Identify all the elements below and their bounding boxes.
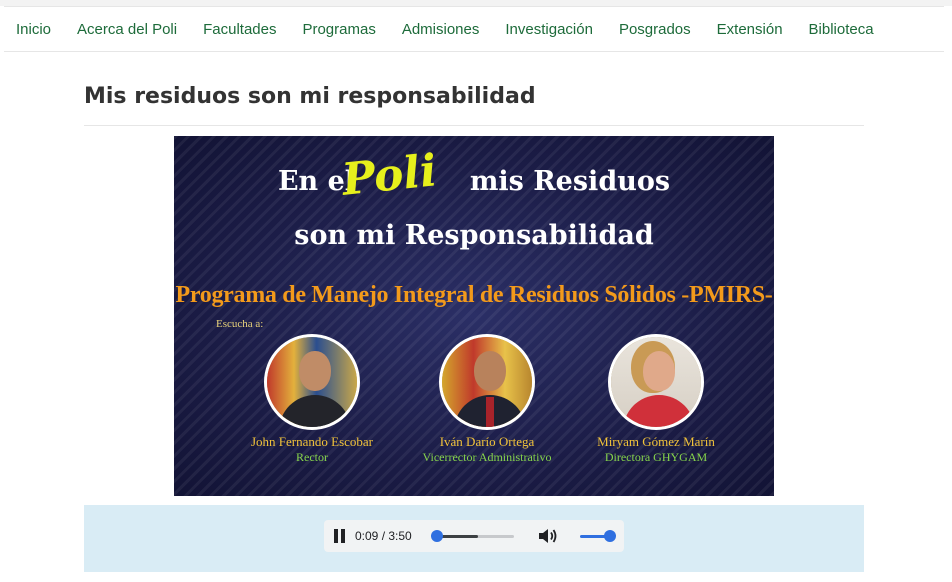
audio-time: 0:09 / 3:50	[355, 529, 412, 543]
page-title: Mis residuos son mi responsabilidad	[84, 84, 536, 109]
nav-link-acerca[interactable]: Acerca del Poli	[77, 21, 177, 38]
speaker-card-2: Iván Darío Ortega Vicerrector Administra…	[392, 334, 582, 465]
speaker-name-2: Iván Darío Ortega	[439, 434, 535, 449]
speaker-card-3: Miryam Gómez Marín Directora GHYGAM	[561, 334, 751, 465]
nav-link-facultades[interactable]: Facultades	[203, 21, 276, 38]
nav-link-admisiones[interactable]: Admisiones	[402, 21, 480, 38]
volume-slider[interactable]	[580, 530, 616, 542]
nav-link-extension[interactable]: Extensión	[717, 21, 783, 38]
speaker-role-1: Rector	[296, 450, 328, 464]
nav-link-biblioteca[interactable]: Biblioteca	[809, 21, 874, 38]
nav-link-posgrados[interactable]: Posgrados	[619, 21, 691, 38]
title-divider	[84, 125, 864, 126]
seek-slider[interactable]	[431, 530, 514, 542]
banner-escucha-label: Escucha a:	[216, 318, 264, 330]
speaker-role-3: Directora GHYGAM	[604, 450, 708, 464]
speaker-photo-3	[608, 334, 704, 430]
nav-link-inicio[interactable]: Inicio	[16, 21, 51, 38]
nav-link-investigacion[interactable]: Investigación	[505, 21, 593, 38]
pause-icon[interactable]	[334, 529, 346, 543]
volume-thumb[interactable]	[604, 530, 616, 542]
nav-link-programas[interactable]: Programas	[302, 21, 375, 38]
banner-headline-line1: En el mis Residuos	[174, 166, 774, 197]
main-nav: Inicio Acerca del Poli Facultades Progra…	[4, 6, 944, 52]
speaker-card-1: John Fernando Escobar Rector	[217, 334, 407, 465]
banner-line1-right: mis Residuos	[469, 166, 671, 197]
volume-icon[interactable]	[537, 527, 559, 545]
banner-poli-word: Poli	[339, 145, 440, 206]
banner-headline-line2: son mi Responsabilidad	[294, 220, 654, 251]
event-banner-image: En el mis Residuos Poli son mi Responsab…	[174, 136, 774, 496]
audio-player: 0:09 / 3:50	[324, 520, 624, 552]
speaker-role-2: Vicerrector Administrativo	[422, 450, 552, 464]
speaker-name-1: John Fernando Escobar	[250, 434, 374, 449]
speaker-photo-1	[264, 334, 360, 430]
seek-thumb[interactable]	[431, 530, 444, 542]
banner-program-name: Programa de Manejo Integral de Residuos …	[175, 282, 773, 308]
speaker-photo-2	[439, 334, 535, 430]
audio-section: 0:09 / 3:50	[84, 505, 864, 572]
speaker-name-3: Miryam Gómez Marín	[597, 434, 715, 449]
